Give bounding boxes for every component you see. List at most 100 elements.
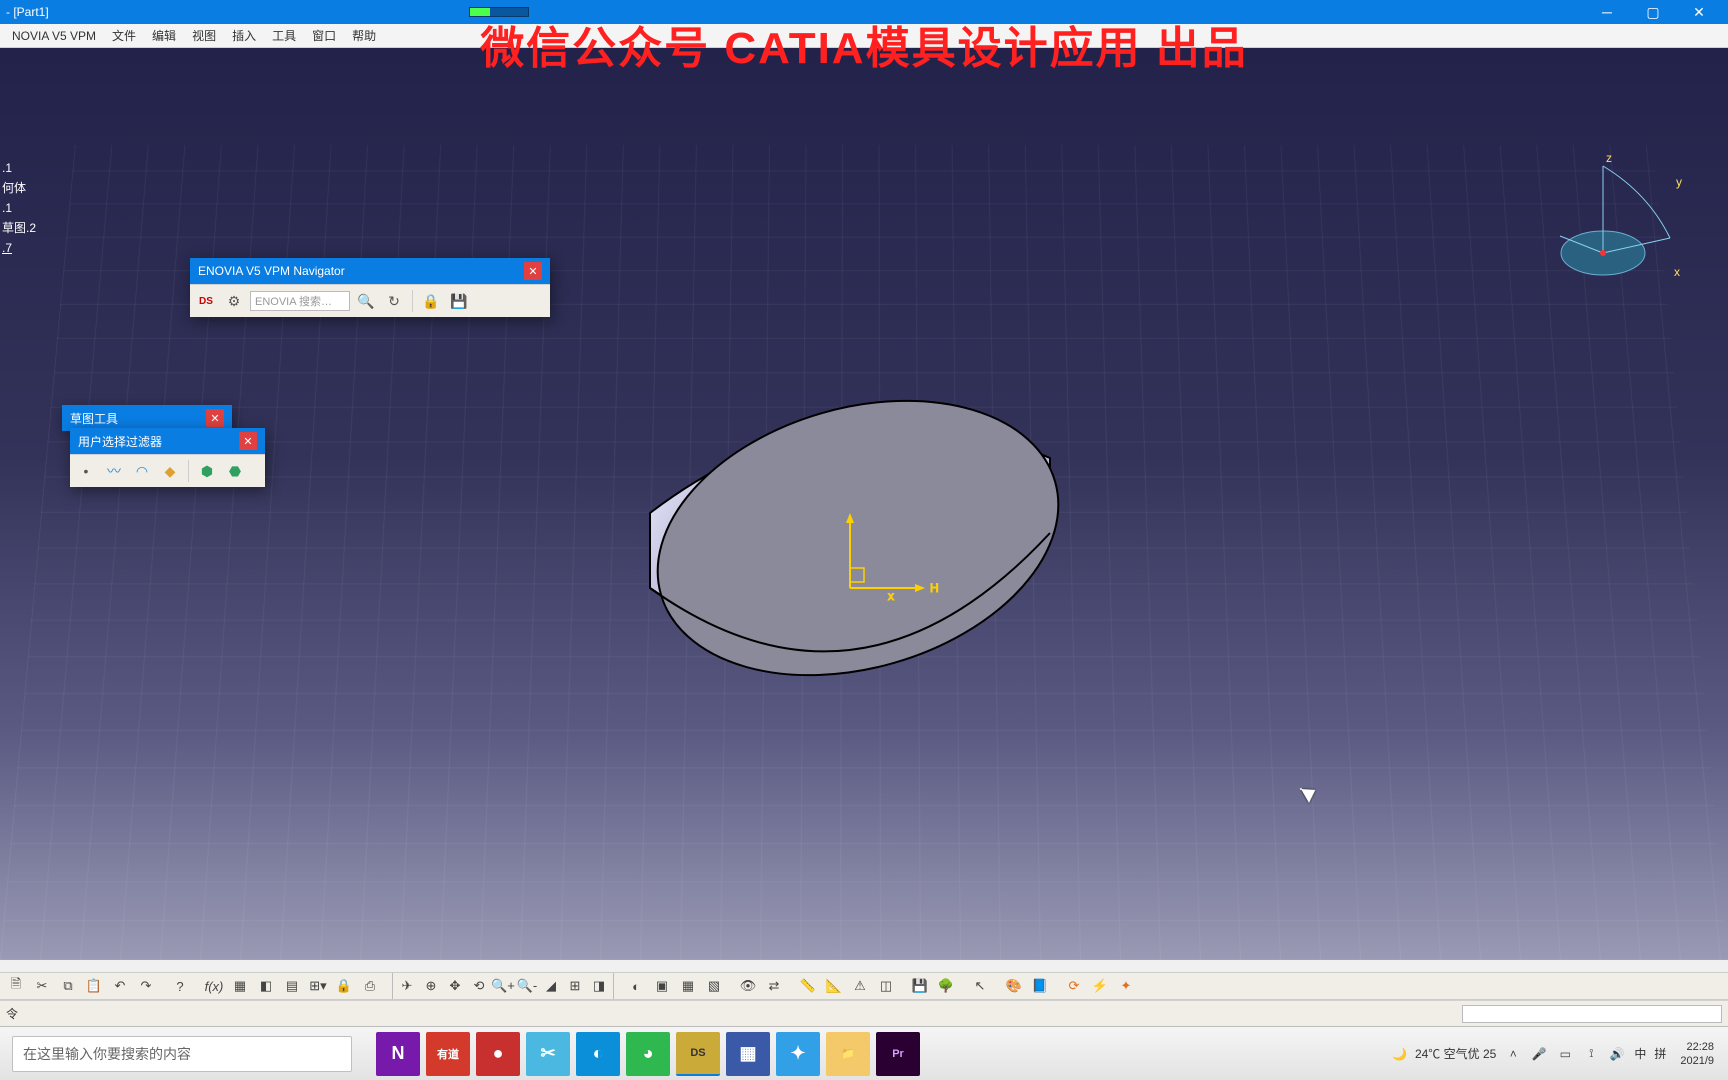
swap-icon[interactable]: ⇄ xyxy=(762,974,786,998)
taskbar-app-snip[interactable]: ✂ xyxy=(526,1032,570,1076)
redo-icon[interactable]: ↷ xyxy=(134,974,158,998)
taskbar-app-imaging[interactable]: ▦ xyxy=(726,1032,770,1076)
menu-edit[interactable]: 编辑 xyxy=(144,24,184,47)
ds-logo-icon[interactable]: DS xyxy=(194,289,218,313)
wireframe-icon[interactable]: ▧ xyxy=(702,974,726,998)
viewport-3d[interactable]: .1 何体 .1 草图.2 .7 H x z xyxy=(0,48,1728,960)
tree-icon[interactable]: 🌳 xyxy=(934,974,958,998)
menu-file[interactable]: 文件 xyxy=(104,24,144,47)
new-icon[interactable]: 🗎 xyxy=(4,974,28,998)
volume-icon[interactable]: 🔊 xyxy=(1608,1045,1626,1063)
copy-icon[interactable]: ⧉ xyxy=(56,974,80,998)
menu-tools[interactable]: 工具 xyxy=(264,24,304,47)
feature-filter-icon[interactable]: ⬢ xyxy=(195,459,219,483)
tree-node-active[interactable]: .7 xyxy=(2,238,36,258)
tree-node[interactable]: 草图.2 xyxy=(2,218,36,238)
section-icon[interactable]: ◫ xyxy=(874,974,898,998)
design-table-icon[interactable]: ▦ xyxy=(228,974,252,998)
chevron-up-icon[interactable]: ˄ xyxy=(1504,1045,1522,1063)
specification-tree[interactable]: .1 何体 .1 草图.2 .7 xyxy=(0,158,36,258)
save-icon[interactable]: 💾 xyxy=(447,289,471,313)
volume-filter-icon[interactable]: ◆ xyxy=(158,459,182,483)
iso-view-icon[interactable]: ◨ xyxy=(587,974,611,998)
fly-icon[interactable]: ✈ xyxy=(395,974,419,998)
search-icon[interactable]: 🔍 xyxy=(354,289,378,313)
paste-icon[interactable]: 📋 xyxy=(82,974,106,998)
help-icon[interactable]: ? xyxy=(168,974,192,998)
connect-icon[interactable]: ⚙ xyxy=(222,289,246,313)
menu-insert[interactable]: 插入 xyxy=(224,24,264,47)
menu-enovia[interactable]: NOVIA V5 VPM xyxy=(4,24,104,47)
curve-filter-icon[interactable]: 〰 xyxy=(102,459,126,483)
wifi-icon[interactable]: ⟟ xyxy=(1582,1045,1600,1063)
taskbar-app-premiere[interactable]: Pr xyxy=(876,1032,920,1076)
model-cylinder[interactable] xyxy=(640,378,1080,778)
menu-help[interactable]: 帮助 xyxy=(344,24,384,47)
pan-icon[interactable]: ✥ xyxy=(443,974,467,998)
enovia-search-input[interactable]: ENOVIA 搜索… xyxy=(250,291,350,311)
measure-icon[interactable]: 📏 xyxy=(796,974,820,998)
taskbar-app-edge[interactable]: ◐ xyxy=(576,1032,620,1076)
toolwin-close-button[interactable]: ✕ xyxy=(524,262,542,280)
toolwin-close-button[interactable]: ✕ xyxy=(206,409,224,427)
apply-material-icon[interactable]: 🎨 xyxy=(1002,974,1026,998)
ime-lang[interactable]: 中 xyxy=(1634,1045,1646,1062)
knowledge-icon[interactable]: ▤ xyxy=(280,974,304,998)
status-input[interactable] xyxy=(1462,1005,1722,1023)
toolwin-close-button[interactable]: ✕ xyxy=(239,432,257,450)
taskbar-app-wechat[interactable]: ◕ xyxy=(626,1032,670,1076)
material-icon[interactable]: ▦ xyxy=(676,974,700,998)
law-icon[interactable]: ◧ xyxy=(254,974,278,998)
taskbar-app-red-circle[interactable]: ● xyxy=(476,1032,520,1076)
update-icon[interactable]: ⟳ xyxy=(1062,974,1086,998)
taskbar-app-onenote[interactable]: N xyxy=(376,1032,420,1076)
clash-icon[interactable]: ⚠ xyxy=(848,974,872,998)
zoomout-icon[interactable]: 🔍- xyxy=(515,974,539,998)
taskbar-app-qq[interactable]: ✦ xyxy=(776,1032,820,1076)
maximize-button[interactable]: ▢ xyxy=(1630,0,1676,24)
toolwin-titlebar[interactable]: ENOVIA V5 VPM Navigator ✕ xyxy=(190,258,550,284)
normal-icon[interactable]: ◢ xyxy=(539,974,563,998)
body-filter-icon[interactable]: ⬣ xyxy=(223,459,247,483)
rotate-icon[interactable]: ⟲ xyxy=(467,974,491,998)
multi-view-icon[interactable]: ⊞ xyxy=(563,974,587,998)
taskbar-search-input[interactable]: 在这里输入你要搜索的内容 xyxy=(12,1036,352,1072)
cut-icon[interactable]: ✂ xyxy=(30,974,54,998)
mic-icon[interactable]: 🎤 xyxy=(1530,1045,1548,1063)
weather-text[interactable]: 24℃ 空气优 25 xyxy=(1415,1045,1496,1062)
fitall-icon[interactable]: ⊕ xyxy=(419,974,443,998)
formula-icon[interactable]: f(x) xyxy=(202,974,226,998)
taskbar-clock[interactable]: 22:28 2021/9 xyxy=(1674,1040,1720,1068)
menu-view[interactable]: 视图 xyxy=(184,24,224,47)
render-icon[interactable]: ▣ xyxy=(650,974,674,998)
toolwin-titlebar[interactable]: 用户选择过滤器 ✕ xyxy=(70,428,265,454)
minimize-button[interactable]: ─ xyxy=(1584,0,1630,24)
refresh-icon[interactable]: ↻ xyxy=(382,289,406,313)
close-button[interactable]: ✕ xyxy=(1676,0,1722,24)
taskbar-app-explorer[interactable]: 📁 xyxy=(826,1032,870,1076)
analysis-icon[interactable]: 📐 xyxy=(822,974,846,998)
lock-icon[interactable]: 🔒 xyxy=(332,974,356,998)
manual-update-icon[interactable]: ⚡ xyxy=(1088,974,1112,998)
point-filter-icon[interactable]: • xyxy=(74,459,98,483)
shading-icon[interactable]: ◐ xyxy=(624,974,648,998)
catalog-browser-icon[interactable]: 📘 xyxy=(1028,974,1052,998)
surface-filter-icon[interactable]: ◠ xyxy=(130,459,154,483)
catalog-icon[interactable]: ⊞▾ xyxy=(306,974,330,998)
print-icon[interactable]: ⎙ xyxy=(358,974,382,998)
tree-node[interactable]: 何体 xyxy=(2,178,36,198)
select-icon[interactable]: ↖ xyxy=(968,974,992,998)
zoomin-icon[interactable]: 🔍+ xyxy=(491,974,515,998)
axis-icon[interactable]: ✦ xyxy=(1114,974,1138,998)
battery-icon[interactable]: ▭ xyxy=(1556,1045,1574,1063)
save-mgmt-icon[interactable]: 💾 xyxy=(908,974,932,998)
tree-node[interactable]: .1 xyxy=(2,158,36,178)
hide-icon[interactable]: 👁 xyxy=(736,974,760,998)
undo-icon[interactable]: ↶ xyxy=(108,974,132,998)
ime-mode[interactable]: 拼 xyxy=(1654,1045,1666,1062)
toolwin-enovia-navigator[interactable]: ENOVIA V5 VPM Navigator ✕ DS ⚙ ENOVIA 搜索… xyxy=(190,258,550,317)
taskbar-app-youdao[interactable]: 有道 xyxy=(426,1032,470,1076)
tree-node[interactable]: .1 xyxy=(2,198,36,218)
menu-window[interactable]: 窗口 xyxy=(304,24,344,47)
toolwin-user-filter[interactable]: 用户选择过滤器 ✕ • 〰 ◠ ◆ ⬢ ⬣ xyxy=(70,428,265,487)
